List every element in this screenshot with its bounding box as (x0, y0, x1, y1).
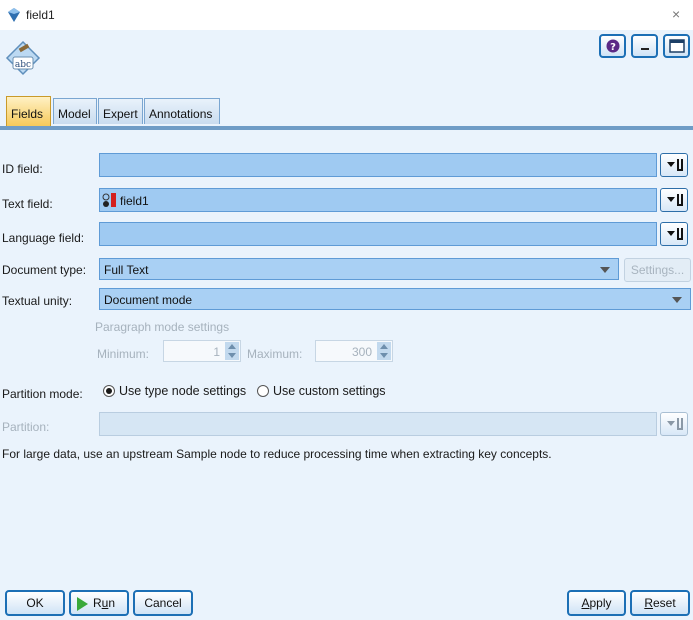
language-field-picker-button[interactable] (660, 222, 688, 246)
field-picker-icon (667, 159, 683, 171)
reset-label-rest: eset (652, 596, 676, 610)
run-label-r: R (93, 596, 102, 610)
use-type-node-radio[interactable] (103, 385, 115, 397)
maximum-label: Maximum: (247, 347, 303, 361)
maximum-stepper: 300 (315, 340, 393, 362)
window-title: field1 (26, 8, 55, 22)
abc-text-node-icon: abc (5, 40, 41, 76)
title-bar: field1 × (0, 0, 693, 30)
use-custom-settings-label[interactable]: Use custom settings (273, 384, 386, 398)
partition-picker-button (660, 412, 688, 436)
minimum-label: Minimum: (97, 347, 150, 361)
run-icon (77, 596, 88, 611)
tab-annotations[interactable]: Annotations (144, 98, 220, 124)
document-type-select[interactable]: Full Text (99, 258, 619, 280)
field-type-icon (102, 191, 118, 212)
maximize-icon (665, 36, 688, 56)
svg-text:?: ? (610, 42, 616, 53)
ok-button[interactable]: OK (5, 590, 65, 616)
help-icon: ? (601, 36, 624, 56)
minimize-button[interactable] (631, 34, 658, 58)
use-custom-settings-radio[interactable] (257, 385, 269, 397)
chevron-down-icon (672, 297, 682, 303)
maximize-button[interactable] (663, 34, 690, 58)
minimize-icon (633, 36, 656, 56)
text-field-label: Text field: (2, 197, 53, 211)
language-field-input[interactable] (99, 222, 657, 246)
apply-button[interactable]: Apply (567, 590, 626, 616)
tab-fields[interactable]: Fields (6, 96, 51, 126)
document-type-label: Document type: (2, 263, 87, 277)
text-mining-node-icon (6, 7, 22, 23)
minimum-stepper: 1 (163, 340, 241, 362)
use-type-node-label[interactable]: Use type node settings (119, 384, 246, 398)
chevron-down-icon (600, 267, 610, 273)
partition-mode-label: Partition mode: (2, 387, 83, 401)
partition-label: Partition: (2, 420, 50, 434)
text-field-input[interactable]: field1 (99, 188, 657, 212)
reset-button[interactable]: Reset (630, 590, 690, 616)
help-button[interactable]: ? (599, 34, 626, 58)
field-picker-icon (667, 228, 683, 240)
document-settings-button: Settings... (624, 258, 691, 282)
id-field-label: ID field: (2, 162, 43, 176)
run-label-n: n (108, 596, 116, 610)
svg-text:abc: abc (15, 60, 31, 70)
id-field-picker-button[interactable] (660, 153, 688, 177)
text-field-picker-button[interactable] (660, 188, 688, 212)
textual-unity-label: Textual unity: (2, 294, 73, 308)
apply-label-rest: pply (589, 596, 612, 610)
textual-unity-select[interactable]: Document mode (99, 288, 691, 310)
performance-note: For large data, use an upstream Sample n… (2, 447, 552, 461)
field-picker-icon (667, 418, 683, 430)
cancel-button[interactable]: Cancel (133, 590, 193, 616)
close-icon[interactable]: × (672, 6, 680, 22)
tab-divider (0, 126, 693, 130)
tab-expert[interactable]: Expert (98, 98, 143, 124)
partition-input (99, 412, 657, 436)
reset-label-r: R (644, 596, 653, 610)
language-field-label: Language field: (2, 231, 85, 245)
paragraph-settings-heading: Paragraph mode settings (95, 320, 230, 334)
tab-model[interactable]: Model (53, 98, 97, 124)
field-picker-icon (667, 194, 683, 206)
run-button[interactable]: Run (69, 590, 129, 616)
id-field-input[interactable] (99, 153, 657, 177)
apply-label-a: A (581, 596, 590, 610)
